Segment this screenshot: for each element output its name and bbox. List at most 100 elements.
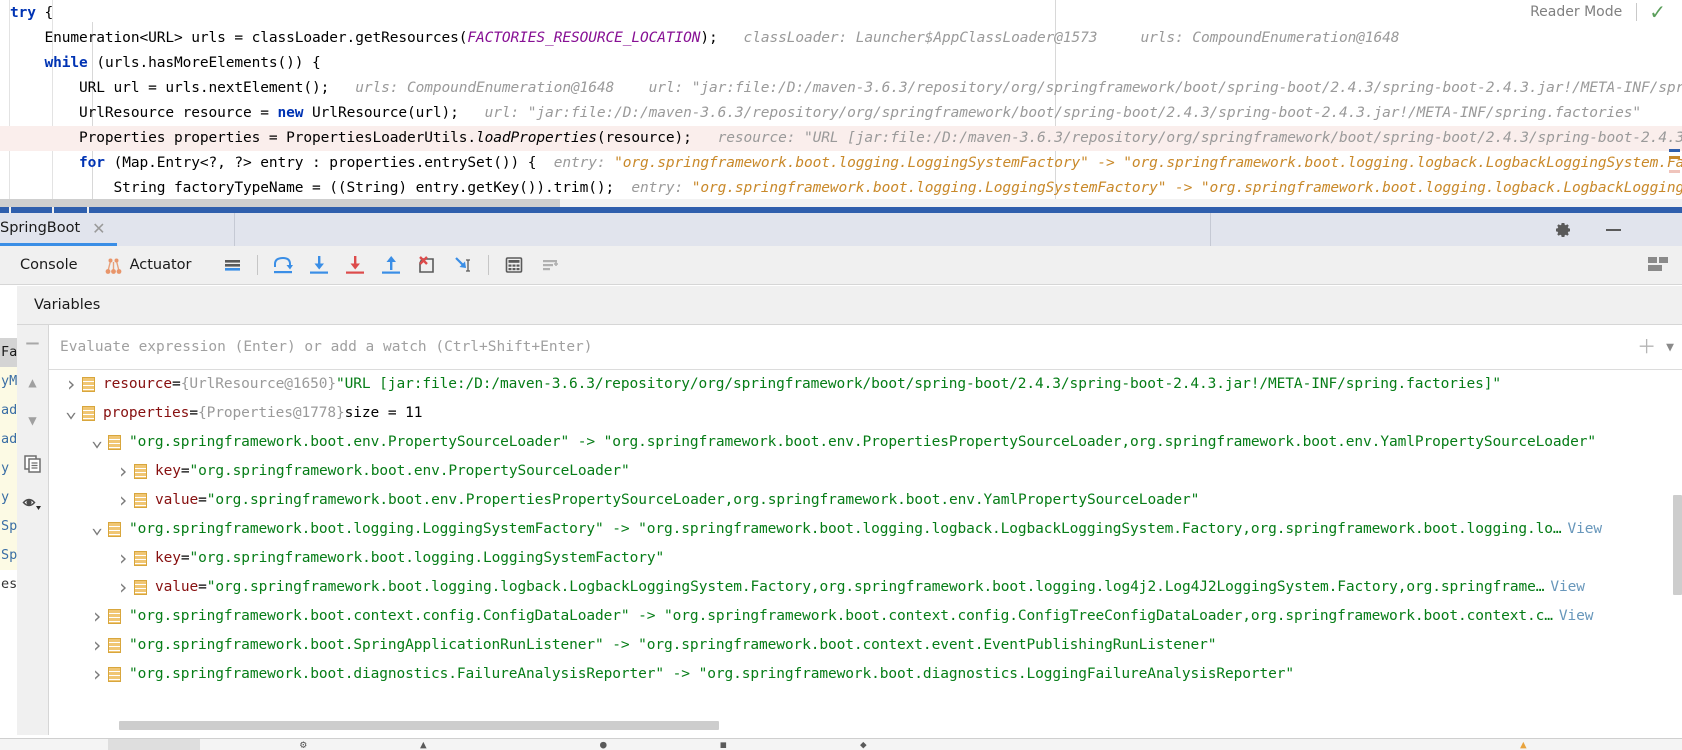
chevron-down-icon[interactable]: ⌄ <box>86 516 108 539</box>
code-token: URL url = urls.nextElement(); <box>10 80 330 96</box>
variable-value: "org.springframework.boot.logging.Loggin… <box>129 521 1562 537</box>
frame-item[interactable]: Fa <box>0 338 17 367</box>
code-line[interactable]: UrlResource resource = new UrlResource(u… <box>0 101 1682 126</box>
evaluate-expression-row[interactable]: ＋ ▼ <box>49 325 1682 370</box>
add-watch-plus-icon[interactable]: ＋ <box>1637 337 1656 357</box>
tab-springboot[interactable]: SpringBoot ✕ <box>0 213 117 246</box>
equals-sign: = <box>198 492 207 508</box>
chevron-right-icon[interactable]: › <box>112 486 134 515</box>
chevron-right-icon[interactable]: › <box>112 573 134 602</box>
evaluate-row-actions: ＋ ▼ <box>1637 337 1682 357</box>
variable-row[interactable]: › key = "org.springframework.boot.logging… <box>49 544 1682 573</box>
taskbar-icon[interactable]: ⚙ <box>300 739 307 750</box>
code-token-hint: resource: "URL [jar:file:/D:/maven-3.6.3… <box>717 130 1682 146</box>
code-line[interactable]: while (urls.hasMoreElements()) { <box>0 51 1682 76</box>
minimize-icon[interactable] <box>1602 219 1624 241</box>
error-stripe-mark[interactable] <box>1669 156 1680 159</box>
variable-row[interactable]: › resource = {UrlResource@1650} "URL [jar… <box>49 370 1682 399</box>
variable-value: "org.springframework.boot.env.PropertySo… <box>189 463 630 479</box>
variables-tree[interactable]: › resource = {UrlResource@1650} "URL [jar… <box>49 370 1682 735</box>
frame-item[interactable]: Sp <box>0 512 17 541</box>
scrollbar-thumb[interactable] <box>0 199 560 207</box>
chevron-right-icon[interactable]: › <box>60 370 82 399</box>
frame-item[interactable]: ad <box>0 425 17 454</box>
taskbar-icon[interactable]: ◼ <box>720 739 727 750</box>
layout-settings-icon[interactable] <box>535 250 565 280</box>
code-token-hint: url: "jar:file:/D:/maven-3.6.3/repositor… <box>458 105 1642 121</box>
scrollbar-thumb[interactable] <box>1673 495 1682 595</box>
field-icon <box>82 377 95 392</box>
actuator-icon <box>104 256 123 275</box>
editor-horizontal-scrollbar[interactable] <box>0 199 1682 207</box>
variable-row[interactable]: ⌄ "org.springframework.boot.env.PropertyS… <box>49 428 1682 457</box>
gear-icon[interactable] <box>1552 219 1574 241</box>
drop-frame-icon[interactable] <box>412 250 442 280</box>
taskbar-item[interactable] <box>108 739 200 750</box>
scrollbar-thumb[interactable] <box>119 721 719 730</box>
evaluate-expression-input[interactable] <box>49 339 1638 355</box>
frame-item[interactable]: Sp <box>0 541 17 570</box>
taskbar-icon[interactable]: ● <box>600 739 607 750</box>
show-execution-point-icon[interactable] <box>217 250 247 280</box>
variable-row[interactable]: › key = "org.springframework.boot.env.Pro… <box>49 457 1682 486</box>
os-taskbar[interactable]: ⚙ ▲ ● ◼ ◆ ▲ <box>0 738 1682 750</box>
frames-panel-peek[interactable]: Fa yM ad ad y y Sp Sp es <box>0 286 17 735</box>
code-editor[interactable]: try { Enumeration<URL> urls = classLoade… <box>0 0 1682 207</box>
frame-item[interactable]: y <box>0 454 17 483</box>
chevron-right-icon[interactable]: › <box>86 631 108 660</box>
variable-row[interactable]: › "org.springframework.boot.diagnostics.F… <box>49 660 1682 689</box>
remove-watch-icon[interactable]: − <box>18 328 48 358</box>
code-line[interactable]: Enumeration<URL> urls = classLoader.getR… <box>0 26 1682 51</box>
actuator-tab-button[interactable]: Actuator <box>90 250 204 280</box>
taskbar-icon[interactable]: ▲ <box>1520 739 1527 750</box>
step-out-icon[interactable] <box>376 250 406 280</box>
chevron-right-icon[interactable]: › <box>86 660 108 689</box>
move-down-icon[interactable]: ▼ <box>18 406 48 436</box>
reader-mode-indicator[interactable]: Reader Mode ✓ <box>1518 0 1682 24</box>
watch-visibility-icon[interactable] <box>18 488 48 518</box>
variable-row[interactable]: ⌄ properties = {Properties@1778} size = 1… <box>49 399 1682 428</box>
frames-list[interactable]: Fa yM ad ad y y Sp Sp es <box>0 286 17 599</box>
view-value-link[interactable]: View <box>1544 573 1585 602</box>
error-stripe-mark[interactable] <box>1669 149 1680 152</box>
chevron-right-icon[interactable]: › <box>112 544 134 573</box>
restore-layout-icon[interactable] <box>1643 250 1673 280</box>
run-to-cursor-icon[interactable] <box>448 250 478 280</box>
step-over-icon[interactable] <box>268 250 298 280</box>
code-line[interactable]: String factoryTypeName = ((String) entry… <box>0 176 1682 201</box>
close-icon[interactable]: ✕ <box>92 219 105 238</box>
variable-row[interactable]: › value = "org.springframework.boot.loggi… <box>49 573 1682 602</box>
taskbar-icon[interactable]: ▲ <box>420 739 427 750</box>
copy-value-icon[interactable] <box>18 448 48 478</box>
frame-item[interactable]: yM <box>0 367 17 396</box>
chevron-down-icon[interactable]: ⌄ <box>60 400 82 423</box>
code-line[interactable]: URL url = urls.nextElement(); urls: Comp… <box>0 76 1682 101</box>
move-up-icon[interactable]: ▲ <box>18 368 48 398</box>
chevron-right-icon[interactable]: › <box>86 602 108 631</box>
evaluate-expression-icon[interactable] <box>499 250 529 280</box>
reader-mode-label: Reader Mode <box>1530 4 1623 20</box>
variable-row[interactable]: › "org.springframework.boot.SpringApplica… <box>49 631 1682 660</box>
step-into-icon[interactable] <box>304 250 334 280</box>
view-value-link[interactable]: View <box>1562 515 1603 544</box>
code-line[interactable]: for (Map.Entry<?, ?> entry : properties.… <box>0 151 1682 176</box>
chevron-down-icon[interactable]: ▼ <box>1666 341 1674 354</box>
frame-item[interactable]: ad <box>0 396 17 425</box>
variables-horizontal-scrollbar[interactable] <box>49 721 1682 730</box>
error-stripe-mark[interactable] <box>1669 170 1680 173</box>
variable-row[interactable]: › "org.springframework.boot.context.confi… <box>49 602 1682 631</box>
variable-row[interactable]: › value = "org.springframework.boot.env.P… <box>49 486 1682 515</box>
frame-item[interactable]: es <box>0 570 17 599</box>
chevron-right-icon[interactable]: › <box>112 457 134 486</box>
frame-item[interactable]: y <box>0 483 17 512</box>
view-value-link[interactable]: View <box>1553 602 1594 631</box>
taskbar-icon[interactable]: ◆ <box>860 739 867 750</box>
code-line[interactable]: try { <box>0 1 1682 26</box>
variables-vertical-scrollbar[interactable] <box>1673 370 1682 735</box>
equals-sign: = <box>189 405 198 421</box>
variable-row[interactable]: ⌄ "org.springframework.boot.logging.Loggi… <box>49 515 1682 544</box>
console-tab-button[interactable]: Console <box>8 250 90 280</box>
code-line[interactable]: Properties properties = PropertiesLoader… <box>0 126 1682 151</box>
chevron-down-icon[interactable]: ⌄ <box>86 429 108 452</box>
force-step-into-icon[interactable] <box>340 250 370 280</box>
